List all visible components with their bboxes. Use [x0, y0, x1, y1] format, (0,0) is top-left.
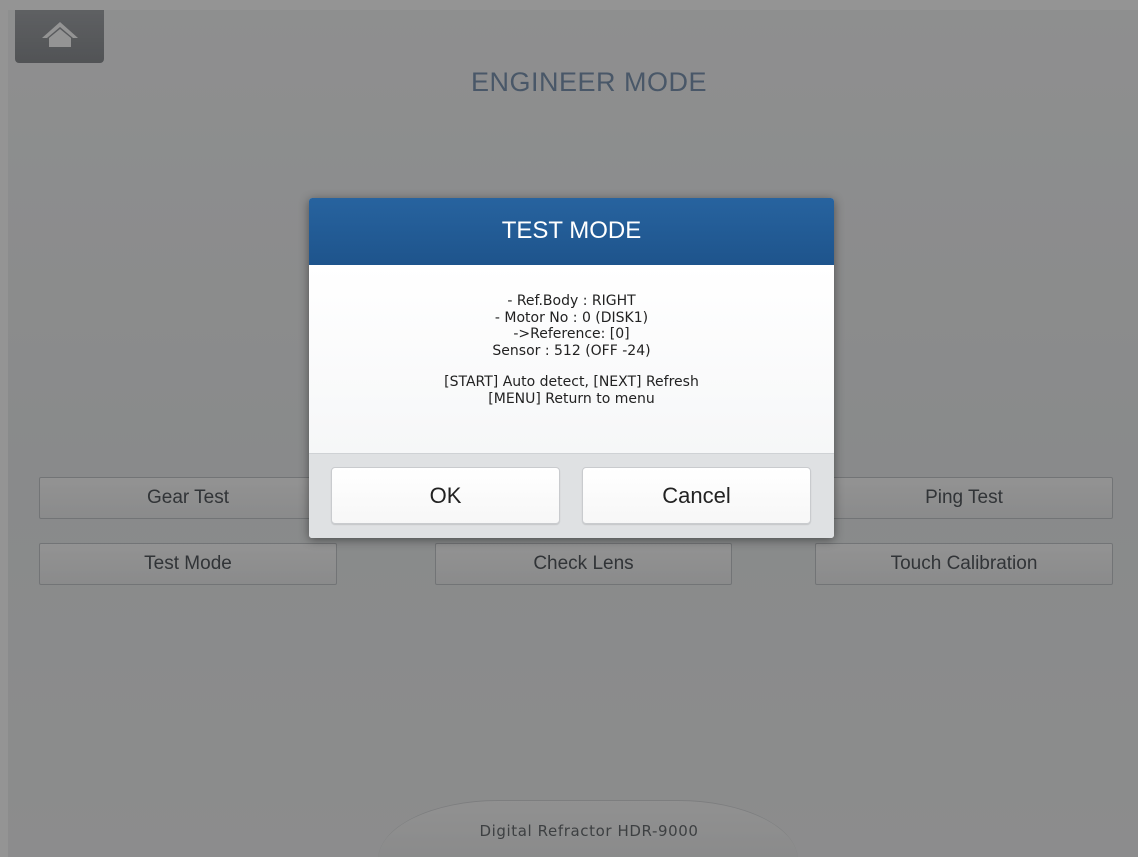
message-line: - Ref.Body : RIGHT [507, 293, 636, 309]
dialog-footer: OK Cancel [309, 453, 834, 538]
dialog-body: - Ref.Body : RIGHT - Motor No : 0 (DISK1… [309, 265, 834, 453]
message-line: - Motor No : 0 (DISK1) [494, 309, 649, 326]
message-line: ->Reference: [0] [513, 326, 630, 342]
test-mode-dialog: TEST MODE - Ref.Body : RIGHT - Motor No … [309, 198, 834, 538]
message-line: [MENU] Return to menu [488, 390, 655, 407]
cancel-button[interactable]: Cancel [582, 467, 811, 524]
dialog-title: TEST MODE [501, 217, 642, 244]
ok-button[interactable]: OK [331, 467, 560, 524]
dialog-message: - Ref.Body : RIGHT - Motor No : 0 (DISK1… [309, 293, 834, 407]
message-line: [START] Auto detect, [NEXT] Refresh [444, 374, 699, 390]
dialog-header: TEST MODE [309, 198, 834, 265]
message-line: Sensor : 512 (OFF -24) [492, 342, 651, 359]
message-spacer [309, 359, 834, 374]
